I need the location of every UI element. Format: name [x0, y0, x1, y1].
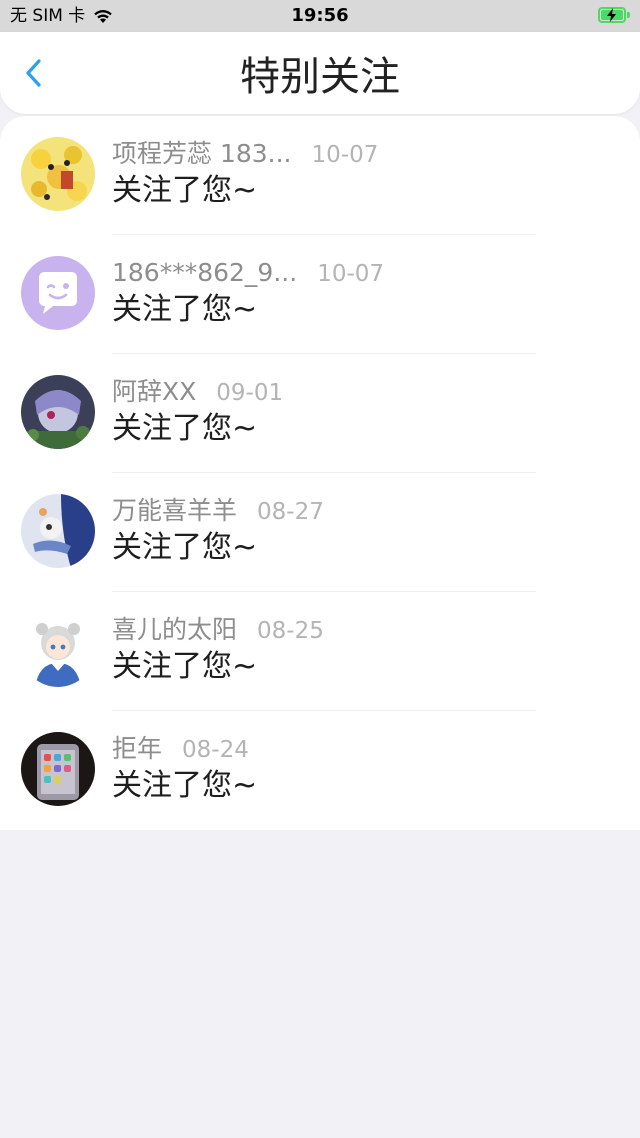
- list-item[interactable]: 拒年 08-24 关注了您~: [0, 711, 640, 830]
- avatar: [21, 256, 95, 330]
- user-name: 拒年: [112, 734, 163, 763]
- item-message: 关注了您~: [112, 292, 258, 327]
- avatar: [21, 375, 95, 449]
- item-message: 关注了您~: [112, 649, 258, 684]
- item-header: 阿辞XX 09-01: [112, 376, 283, 408]
- user-name: 186***862_9...: [112, 258, 298, 287]
- navigation-bar: 特别关注: [0, 32, 640, 114]
- user-name: 项程芳蕊 183...: [112, 139, 292, 168]
- avatar: [21, 494, 95, 568]
- item-header: 项程芳蕊 183... 10-07: [112, 138, 378, 170]
- item-date: 08-27: [257, 499, 324, 525]
- item-header: 186***862_9... 10-07: [112, 257, 384, 289]
- status-time: 19:56: [291, 5, 349, 26]
- list-item[interactable]: 喜儿的太阳 08-25 关注了您~: [0, 592, 640, 711]
- list-item[interactable]: 阿辞XX 09-01 关注了您~: [0, 354, 640, 473]
- avatar: [21, 137, 95, 211]
- list-item[interactable]: 项程芳蕊 183... 10-07 关注了您~: [0, 116, 640, 235]
- item-message: 关注了您~: [112, 173, 258, 208]
- battery-charging-icon: [598, 7, 632, 25]
- item-date: 10-07: [311, 142, 379, 168]
- item-date: 10-07: [317, 261, 385, 287]
- item-message: 关注了您~: [112, 768, 258, 803]
- status-bar: 无 SIM 卡 19:56: [0, 0, 640, 32]
- item-header: 喜儿的太阳 08-25: [112, 614, 324, 646]
- page-title: 特别关注: [240, 54, 400, 100]
- list-item[interactable]: 186***862_9... 10-07 关注了您~: [0, 235, 640, 354]
- avatar: [21, 732, 95, 806]
- user-name: 喜儿的太阳: [112, 615, 238, 644]
- item-message: 关注了您~: [112, 530, 258, 565]
- user-name: 阿辞XX: [112, 377, 197, 406]
- list-item[interactable]: 万能喜羊羊 08-27 关注了您~: [0, 473, 640, 592]
- user-name: 万能喜羊羊: [112, 496, 238, 525]
- item-date: 08-25: [257, 618, 324, 644]
- follower-list: 项程芳蕊 183... 10-07 关注了您~ 186***862_9... 1…: [0, 116, 640, 830]
- item-header: 万能喜羊羊 08-27: [112, 495, 324, 527]
- avatar: [21, 613, 95, 687]
- item-message: 关注了您~: [112, 411, 258, 446]
- item-header: 拒年 08-24: [112, 733, 249, 765]
- item-date: 08-24: [182, 737, 249, 763]
- item-date: 09-01: [216, 380, 284, 406]
